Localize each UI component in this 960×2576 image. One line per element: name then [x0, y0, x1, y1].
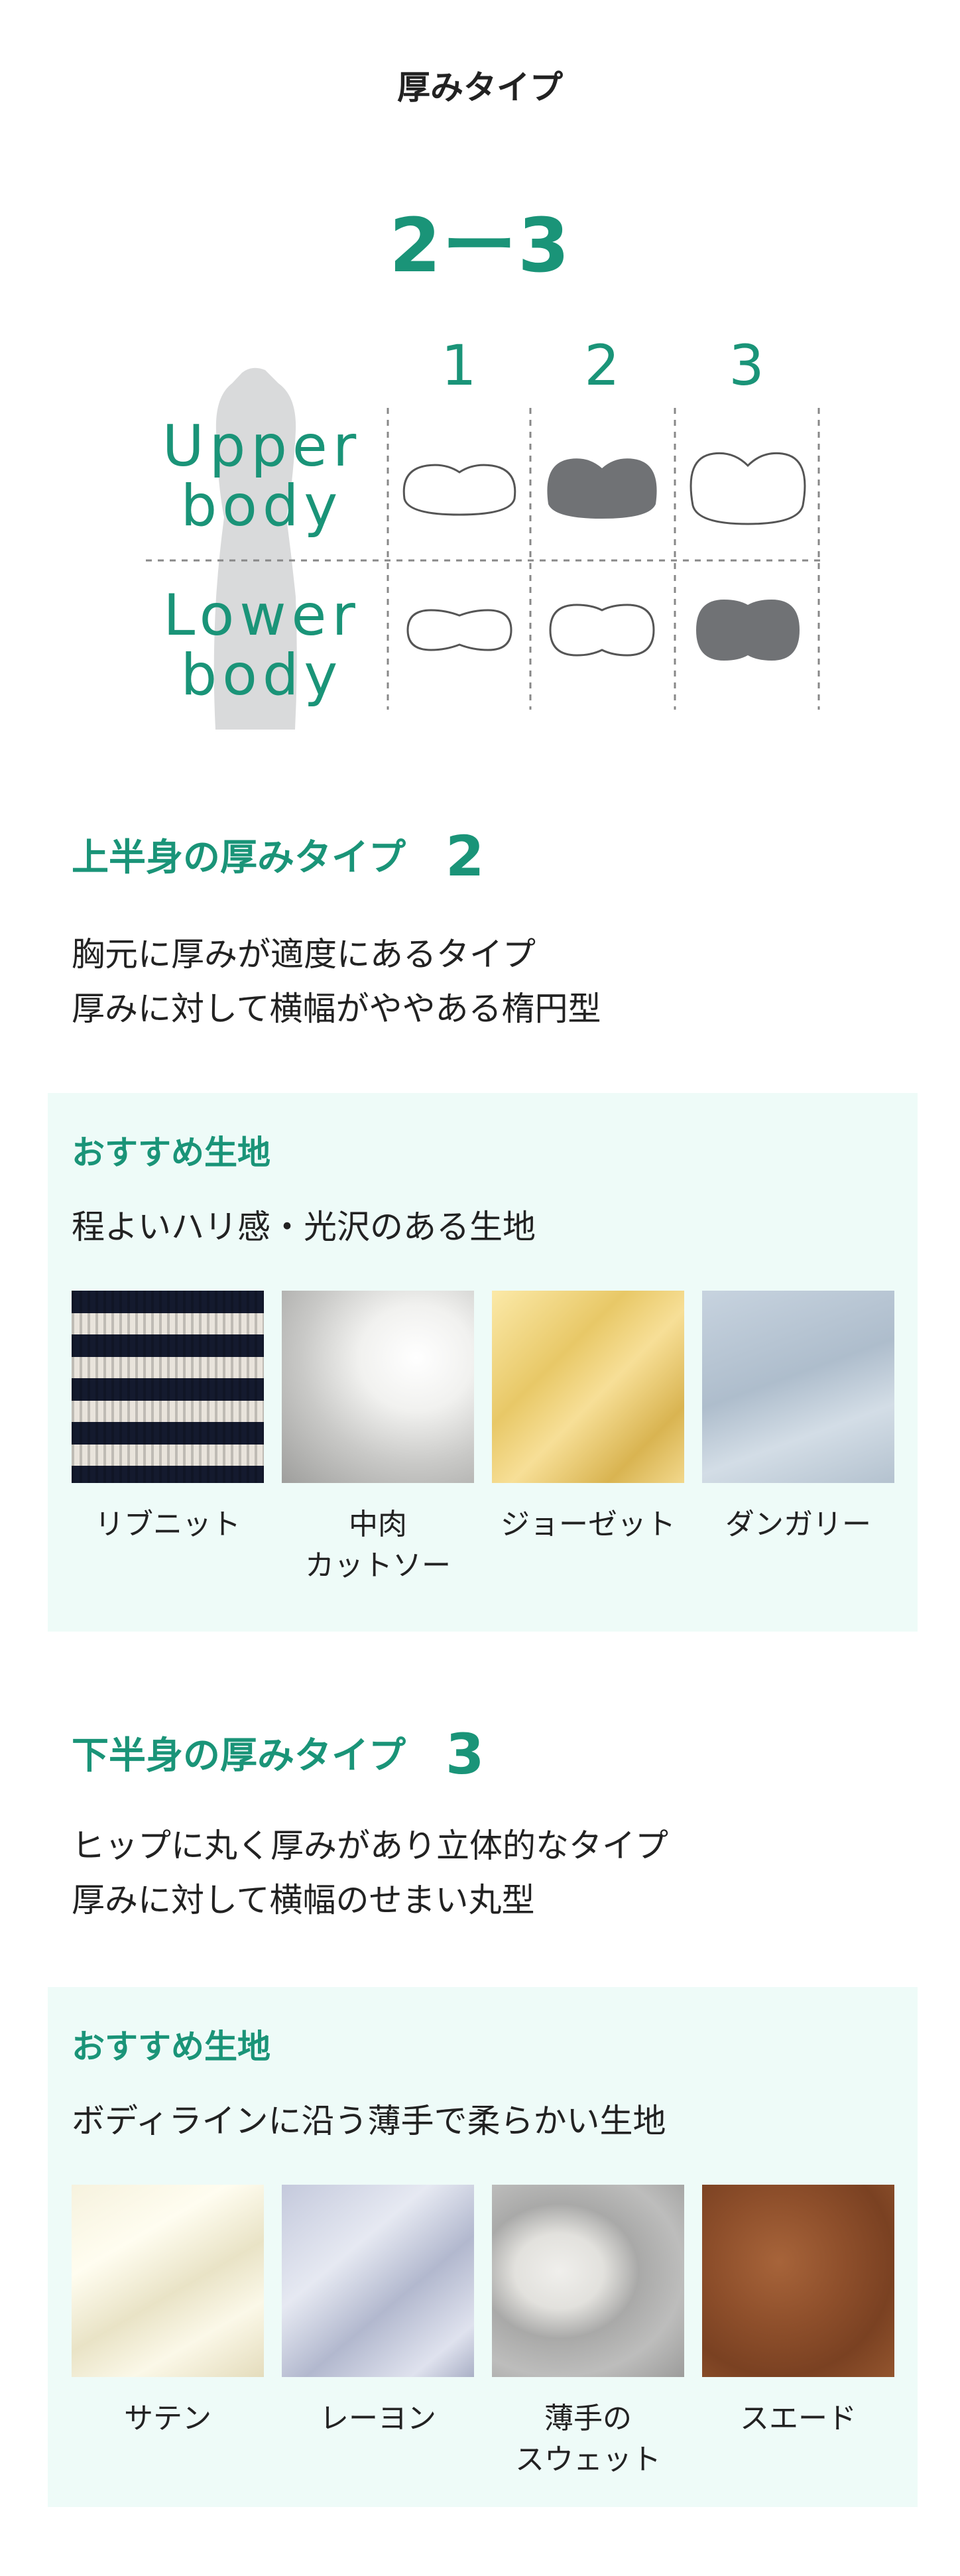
column-label-1: 1: [441, 333, 477, 398]
lower-recommend-box: おすすめ生地 ボディラインに沿う薄手で柔らかい生地 サテン レーヨン 薄手の ス…: [48, 1987, 918, 2507]
upper-desc-line1: 胸元に厚みが適度にあるタイプ: [72, 935, 536, 974]
thickness-type-result: 2ー3: [389, 203, 571, 289]
row-label-lower-line2: body: [180, 642, 343, 708]
fabric-card-cut-and-sewn: 中肉 カットソー: [282, 1291, 474, 1586]
fabric-name: 薄手の スウェット: [492, 2398, 684, 2480]
fabric-card-thin-sweat: 薄手の スウェット: [492, 2185, 684, 2480]
upper-heading-text: 上半身の厚みタイプ: [72, 836, 406, 879]
suede-image: [702, 2185, 894, 2377]
lower-recommend-title: おすすめ生地: [72, 2028, 270, 2066]
fabric-name-line1: レーヨン: [320, 2402, 436, 2435]
upper-recommend-title: おすすめ生地: [72, 1133, 270, 1172]
fabric-name-line2: スウェット: [515, 2443, 661, 2477]
lower-heading: 下半身の厚みタイプ 3: [72, 1722, 484, 1787]
lower-desc-line2: 厚みに対して横幅のせまい丸型: [72, 1881, 535, 1919]
lower-type-number: 3: [446, 1722, 485, 1787]
fabric-name-line1: リブニット: [95, 1508, 241, 1541]
lower-recommend-subtitle: ボディラインに沿う薄手で柔らかい生地: [72, 2102, 666, 2140]
dungaree-image: [702, 1291, 894, 1483]
fabric-name-line2: カットソー: [305, 1549, 451, 1582]
fabric-name: ダンガリー: [702, 1504, 894, 1545]
thin-sweat-image: [492, 2185, 684, 2377]
fabric-name: レーヨン: [282, 2398, 474, 2439]
column-label-2: 2: [584, 333, 620, 398]
upper-shape-3: [690, 452, 806, 525]
lower-desc-line1: ヒップに丸く厚みがあり立体的なタイプ: [72, 1827, 668, 1865]
lower-shape-2: [549, 604, 655, 657]
upper-desc-line2: 厚みに対して横幅がややある楕円型: [72, 990, 601, 1028]
fabric-name: ジョーゼット: [492, 1504, 684, 1545]
lower-shape-1: [406, 609, 512, 651]
row-label-upper-line1: Upper: [162, 413, 362, 480]
fabric-card-rib-knit: リブニット: [72, 1291, 264, 1545]
fabric-name-line1: ジョーゼット: [501, 1508, 676, 1541]
georgette-image: [492, 1291, 684, 1483]
fabric-name: サテン: [72, 2398, 264, 2439]
row-label-lower-line1: Lower: [163, 582, 361, 649]
lower-shape-3: [696, 600, 800, 661]
upper-shape-1: [402, 464, 516, 516]
row-label-upper: Upper body: [136, 417, 388, 536]
fabric-name: リブニット: [72, 1504, 264, 1545]
fabric-name-line1: サテン: [124, 2402, 211, 2435]
fabric-name-line1: スエード: [740, 2402, 857, 2435]
lower-heading-text: 下半身の厚みタイプ: [72, 1734, 406, 1777]
fabric-name: 中肉 カットソー: [282, 1504, 474, 1586]
upper-recommend-box: おすすめ生地 程よいハリ感・光沢のある生地 リブニット 中肉 カットソー ジョー…: [48, 1093, 918, 1632]
fabric-card-suede: スエード: [702, 2185, 894, 2439]
upper-shape-2: [547, 458, 657, 519]
fabric-card-rayon: レーヨン: [282, 2185, 474, 2439]
fabric-card-georgette: ジョーゼット: [492, 1291, 684, 1545]
row-label-lower: Lower body: [136, 586, 388, 705]
fabric-card-satin: サテン: [72, 2185, 264, 2439]
column-label-3: 3: [729, 333, 764, 398]
fabric-name-line1: ダンガリー: [725, 1508, 871, 1541]
thickness-diagram: 1 2 3 Upper body Lower body: [139, 318, 835, 730]
page-title: 厚みタイプ: [397, 68, 563, 107]
fabric-name-line1: 中肉: [349, 1508, 407, 1541]
fabric-name: スエード: [702, 2398, 894, 2439]
rib-knit-image: [72, 1291, 264, 1483]
fabric-card-dungaree: ダンガリー: [702, 1291, 894, 1545]
lower-description: ヒップに丸く厚みがあり立体的なタイプ 厚みに対して横幅のせまい丸型: [72, 1819, 668, 1927]
fabric-name-line1: 薄手の: [544, 2402, 632, 2435]
upper-recommend-subtitle: 程よいハリ感・光沢のある生地: [72, 1208, 536, 1246]
satin-image: [72, 2185, 264, 2377]
row-label-upper-line2: body: [180, 473, 343, 539]
cut-and-sewn-image: [282, 1291, 474, 1483]
upper-heading: 上半身の厚みタイプ 2: [72, 824, 484, 889]
rayon-image: [282, 2185, 474, 2377]
upper-type-number: 2: [446, 824, 485, 889]
upper-description: 胸元に厚みが適度にあるタイプ 厚みに対して横幅がややある楕円型: [72, 927, 601, 1036]
